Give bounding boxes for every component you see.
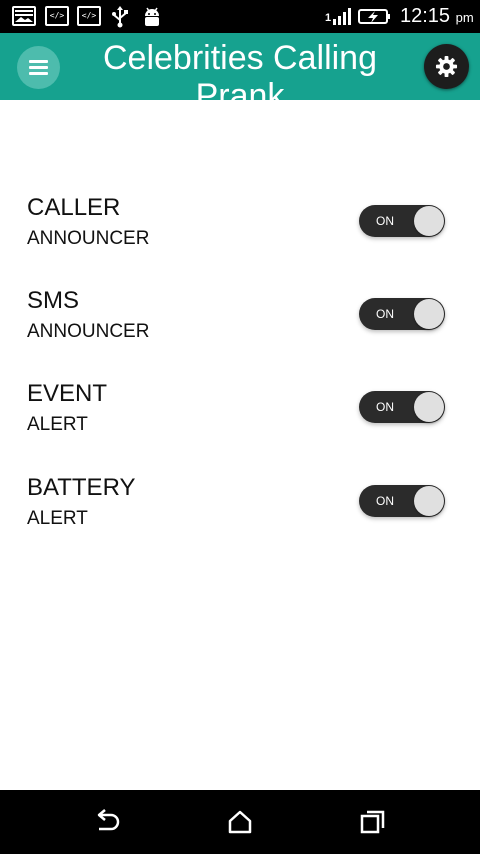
navigation-bar [0,790,480,854]
code-icon: </> [45,6,69,26]
sms-announcer-toggle[interactable]: ON [359,298,445,330]
status-bar: </> </> 1 12:15 pm [0,0,480,33]
app-bar: Celebrities Calling Prank [0,33,480,100]
recent-apps-icon [360,810,385,834]
gallery-icon [12,6,36,26]
toggle-knob [414,392,444,422]
battery-charging-icon [358,6,392,26]
setting-row-battery-alert: BATTERY ALERT ON [27,474,452,538]
toggle-knob [414,206,444,236]
setting-title: EVENT [27,380,108,407]
toggle-label: ON [376,307,394,321]
setting-title: CALLER [27,194,121,221]
event-alert-toggle[interactable]: ON [359,391,445,423]
setting-row-caller-announcer: CALLER ANNOUNCER ON [27,194,452,258]
settings-button[interactable] [424,44,469,89]
back-button[interactable] [92,808,122,836]
toggle-knob [414,486,444,516]
code-icon: </> [77,6,101,26]
setting-row-sms-announcer: SMS ANNOUNCER ON [27,287,452,351]
home-icon [228,810,252,834]
clock: 12:15 pm [400,5,474,27]
battery-alert-toggle[interactable]: ON [359,485,445,517]
home-button[interactable] [225,808,255,836]
toggle-label: ON [376,400,394,414]
setting-title: SMS [27,287,80,314]
back-icon [97,809,120,831]
toggle-label: ON [376,214,394,228]
toggle-knob [414,299,444,329]
gear-icon [435,55,458,78]
setting-subtitle: ANNOUNCER [27,321,150,342]
setting-title: BATTERY [27,474,136,501]
app-title: Celebrities Calling Prank [102,39,377,100]
usb-icon [110,6,130,28]
setting-subtitle: ALERT [27,414,88,435]
android-icon [142,6,162,26]
recent-apps-button[interactable] [358,808,388,836]
toggle-label: ON [376,494,394,508]
setting-row-event-alert: EVENT ALERT ON [27,380,452,444]
setting-subtitle: ANNOUNCER [27,228,150,249]
signal-icon [332,6,352,26]
setting-subtitle: ALERT [27,508,88,529]
signal-label: 1 [325,12,332,24]
caller-announcer-toggle[interactable]: ON [359,205,445,237]
menu-button[interactable] [17,46,60,89]
